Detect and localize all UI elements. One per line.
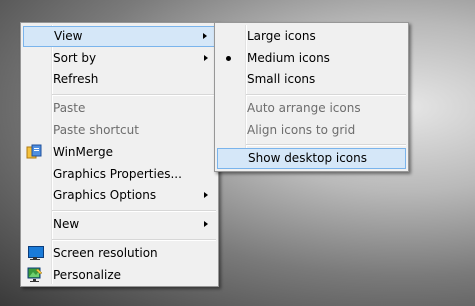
menu-item-label: Sort by	[53, 51, 97, 65]
menu-item-label: Medium icons	[247, 51, 330, 65]
menu-item-label: New	[53, 217, 80, 231]
submenu-item-auto-arrange[interactable]: Auto arrange icons	[217, 98, 406, 119]
menu-separator	[52, 239, 216, 241]
menu-item-personalize[interactable]: Personalize	[23, 265, 216, 286]
menu-item-paste[interactable]: Paste	[23, 98, 216, 119]
menu-item-label: Align icons to grid	[247, 123, 356, 137]
submenu-arrow-icon	[204, 55, 208, 61]
menu-item-label: View	[54, 29, 83, 43]
menu-separator	[246, 94, 406, 96]
submenu-arrow-icon	[204, 192, 208, 198]
menu-item-graphics-properties[interactable]: Graphics Properties...	[23, 164, 216, 185]
submenu-item-show-desktop-icons[interactable]: Show desktop icons	[217, 148, 406, 169]
screen-resolution-icon	[26, 245, 44, 261]
menu-item-view[interactable]: View	[23, 26, 216, 47]
submenu-item-small-icons[interactable]: Small icons	[217, 69, 406, 90]
menu-item-refresh[interactable]: Refresh	[23, 69, 216, 90]
menu-item-label: Large icons	[247, 29, 316, 43]
submenu-item-align-to-grid[interactable]: Align icons to grid	[217, 120, 406, 141]
menu-separator	[52, 210, 216, 212]
menu-item-sort-by[interactable]: Sort by	[23, 48, 216, 69]
menu-item-graphics-options[interactable]: Graphics Options	[23, 185, 216, 206]
menu-item-label: Refresh	[53, 72, 99, 86]
submenu-arrow-icon	[204, 221, 208, 227]
winmerge-icon	[26, 144, 43, 160]
desktop-context-menu: View Sort by Refresh Paste Paste shortcu…	[20, 22, 219, 287]
menu-item-label: Paste	[53, 101, 86, 115]
menu-item-paste-shortcut[interactable]: Paste shortcut	[23, 120, 216, 141]
submenu-item-large-icons[interactable]: Large icons	[217, 26, 406, 47]
menu-item-label: Screen resolution	[53, 246, 158, 260]
menu-item-label: Personalize	[53, 268, 122, 282]
menu-item-winmerge[interactable]: WinMerge	[23, 142, 216, 163]
menu-item-label: Auto arrange icons	[247, 101, 361, 115]
submenu-arrow-icon	[203, 33, 207, 39]
personalize-icon	[26, 267, 43, 283]
menu-item-label: WinMerge	[53, 145, 113, 159]
menu-item-screen-resolution[interactable]: Screen resolution	[23, 243, 216, 264]
menu-item-new[interactable]: New	[23, 214, 216, 235]
menu-item-label: Paste shortcut	[53, 123, 139, 137]
menu-separator	[52, 94, 216, 96]
radio-bullet-icon	[226, 56, 231, 61]
menu-item-label: Graphics Options	[53, 188, 157, 202]
menu-separator	[246, 144, 406, 146]
submenu-item-medium-icons[interactable]: Medium icons	[217, 48, 406, 69]
view-submenu: Large icons Medium icons Small icons Aut…	[214, 22, 409, 172]
menu-item-label: Small icons	[247, 72, 316, 86]
menu-item-label: Show desktop icons	[248, 151, 368, 165]
menu-item-label: Graphics Properties...	[53, 167, 182, 181]
